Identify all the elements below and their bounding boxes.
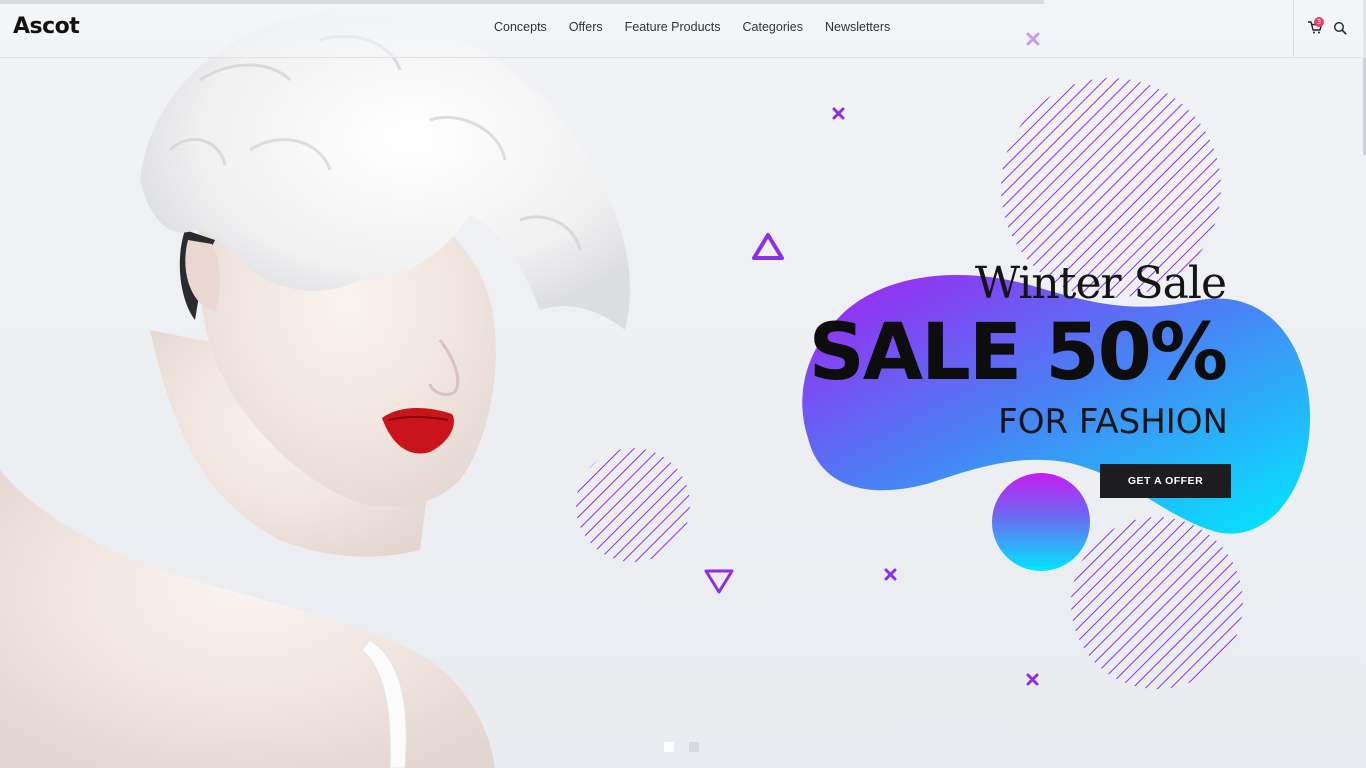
brand-logo[interactable]: Ascot	[13, 14, 80, 39]
hero-page: Ascot Concepts Offers Feature Products C…	[0, 0, 1366, 768]
slider-dot-2[interactable]	[689, 742, 699, 752]
hero-subline: FOR FASHION	[998, 402, 1228, 442]
cross-4	[1026, 673, 1039, 686]
triangle-up	[752, 233, 784, 260]
nav-item-newsletters[interactable]: Newsletters	[825, 20, 890, 34]
triangle-down	[704, 569, 734, 594]
slider-dot-1[interactable]	[664, 742, 674, 752]
header-divider	[1293, 0, 1294, 57]
nav-item-concepts[interactable]: Concepts	[494, 20, 547, 34]
cart-count-badge: 3	[1314, 17, 1324, 27]
site-header: Ascot Concepts Offers Feature Products C…	[0, 0, 1366, 58]
nav-item-feature-products[interactable]: Feature Products	[625, 20, 721, 34]
slider-pagination	[664, 742, 699, 752]
cross-3	[884, 568, 897, 581]
hero-headline: SALE 50%	[808, 308, 1228, 398]
page-loading-bar	[0, 0, 1044, 4]
main-nav: Concepts Offers Feature Products Categor…	[494, 20, 912, 34]
get-offer-button[interactable]: GET A OFFER	[1100, 464, 1231, 498]
hero-script-title: Winter Sale	[974, 258, 1227, 309]
nav-item-offers[interactable]: Offers	[569, 20, 603, 34]
search-icon[interactable]	[1333, 21, 1347, 35]
cross-2	[832, 107, 845, 120]
nav-item-categories[interactable]: Categories	[743, 20, 803, 34]
striped-circle-left	[576, 448, 690, 562]
